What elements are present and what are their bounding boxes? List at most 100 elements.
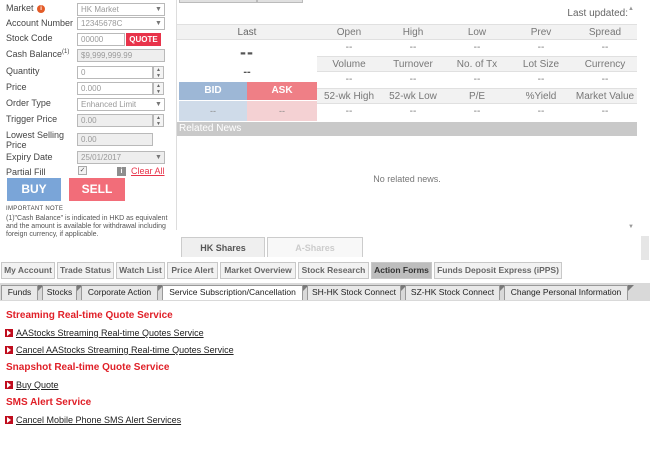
sub-nav: Funds Stocks Corporate Action Service Su… (0, 283, 650, 301)
market-label: Market i (6, 3, 46, 13)
account-row: Account Number 12345678C ▼ (0, 16, 176, 32)
order-type-select[interactable]: Enhanced Limit ▼ (77, 98, 165, 111)
expiry-select: 25/01/2017 ▼ (77, 151, 165, 164)
subtab-stocks[interactable]: Stocks (42, 285, 77, 300)
scroll-up-icon[interactable]: ▲ (628, 6, 634, 12)
quote-header-row: 52-wk High 52-wk Low P/E %Yield Market V… (317, 88, 637, 104)
subtab-corporate-action[interactable]: Corporate Action (81, 285, 158, 300)
top-tab-stub (179, 0, 257, 3)
market-select[interactable]: HK Market ▼ (77, 3, 165, 16)
volume-header: Volume (332, 59, 366, 70)
cash-balance-label: Cash Balance(1) (6, 49, 70, 59)
no-news-message: No related news. (373, 174, 441, 184)
cash-balance-field: $9,999,999.99 (77, 49, 165, 62)
quote-header-row: Volume Turnover No. of Tx Lot Size Curre… (317, 56, 637, 72)
open-value: -- (345, 42, 353, 53)
important-note-title: IMPORTANT NOTE (6, 206, 64, 212)
lowest-selling-row: Lowest Selling Price 0.00 (0, 128, 176, 150)
52wk-low-header: 52-wk Low (389, 91, 437, 102)
lowest-selling-label: Lowest Selling Price (6, 130, 65, 150)
pe-header: P/E (468, 91, 486, 102)
lot-size-header: Lot Size (522, 59, 560, 70)
order-panel: Market i HK Market ▼ Account Number 12345… (0, 0, 176, 258)
subtab-funds[interactable]: Funds (1, 285, 38, 300)
quantity-label: Quantity (6, 66, 40, 76)
snapshot-section-title: Snapshot Real-time Quote Service (6, 362, 170, 373)
nav-my-account[interactable]: My Account (1, 262, 55, 279)
important-note-text: (1)"Cash Balance" is indicated in HKD as… (6, 215, 168, 238)
arrow-bullet-icon (5, 346, 13, 354)
last-price-change: -- (243, 66, 251, 78)
low-value: -- (473, 42, 481, 53)
trigger-price-input: 0.00 (77, 114, 153, 127)
last-updated: Last updated: (567, 8, 628, 19)
arrow-bullet-icon (5, 381, 13, 389)
subtab-sh-hk-stock-connect[interactable]: SH-HK Stock Connect (307, 285, 401, 300)
buy-button[interactable]: BUY (7, 178, 61, 201)
account-select[interactable]: 12345678C ▼ (77, 17, 165, 30)
expiry-label: Expiry Date (6, 152, 53, 162)
page-scrollbar[interactable] (641, 236, 649, 260)
quote-value-row: -- -- -- -- -- (317, 40, 637, 56)
tx-count-value: -- (473, 74, 481, 85)
nav-funds-deposit-express[interactable]: Funds Deposit Express (iPPS) (434, 262, 562, 279)
tab-a-shares[interactable]: A-Shares (267, 237, 363, 257)
price-stepper[interactable]: ▲ ▼ (153, 82, 164, 95)
52wk-high-header: 52-wk High (323, 91, 375, 102)
partial-fill-checkbox[interactable]: ✓ (78, 166, 87, 175)
price-input[interactable]: 0.000 (77, 82, 153, 95)
link-aastocks-streaming[interactable]: AAStocks Streaming Real-time Quotes Serv… (5, 328, 204, 338)
clear-all-link[interactable]: Clear All (131, 166, 165, 176)
order-type-row: Order Type Enhanced Limit ▼ (0, 96, 176, 112)
lot-size-value: -- (537, 74, 545, 85)
nav-stock-research[interactable]: Stock Research (298, 262, 369, 279)
chevron-down-icon: ▼ (155, 6, 162, 13)
turnover-header: Turnover (393, 59, 433, 70)
partial-fill-label: Partial Fill (6, 167, 46, 177)
market-row: Market i HK Market ▼ (0, 1, 176, 17)
stock-code-input[interactable]: 00000 (77, 33, 125, 46)
nav-action-forms[interactable]: Action Forms (371, 262, 432, 279)
info-icon[interactable]: i (117, 167, 126, 176)
related-news-header: Related News (177, 122, 637, 136)
nav-trade-status[interactable]: Trade Status (57, 262, 114, 279)
cash-balance-row: Cash Balance(1) $9,999,999.99 (0, 47, 176, 63)
low-header: Low (467, 27, 487, 38)
link-cancel-aastocks-streaming[interactable]: Cancel AAStocks Streaming Real-time Quot… (5, 345, 234, 355)
trigger-price-stepper: ▲ ▼ (153, 114, 164, 127)
account-label: Account Number (6, 18, 74, 28)
52wk-high-value: -- (345, 106, 353, 117)
sms-section-title: SMS Alert Service (6, 397, 92, 408)
order-type-label: Order Type (6, 98, 51, 108)
top-tab-stub (257, 0, 303, 3)
nav-market-overview[interactable]: Market Overview (220, 262, 296, 279)
nav-price-alert[interactable]: Price Alert (167, 262, 218, 279)
scroll-down-icon[interactable]: ▼ (628, 224, 634, 230)
quantity-input[interactable]: 0 (77, 66, 153, 79)
quantity-row: Quantity 0 ▲ ▼ (0, 64, 176, 80)
link-buy-quote[interactable]: Buy Quote (5, 380, 59, 390)
link-cancel-sms-alert[interactable]: Cancel Mobile Phone SMS Alert Services (5, 415, 181, 425)
tab-hk-shares[interactable]: HK Shares (181, 237, 265, 257)
info-icon[interactable]: i (37, 4, 46, 13)
quote-scrollbar[interactable]: ▲ ▼ (628, 6, 634, 230)
sell-button[interactable]: SELL (69, 178, 125, 201)
turnover-value: -- (409, 74, 417, 85)
subtab-sz-hk-stock-connect[interactable]: SZ-HK Stock Connect (405, 285, 500, 300)
chevron-down-icon: ▼ (155, 20, 162, 27)
ask-value: -- (247, 101, 317, 121)
yield-value: -- (537, 106, 545, 117)
arrow-bullet-icon (5, 416, 13, 424)
price-row: Price 0.000 ▲ ▼ (0, 80, 176, 96)
quote-header-row: Open High Low Prev Spread (317, 24, 637, 40)
nav-watch-list[interactable]: Watch List (116, 262, 165, 279)
trigger-price-row: Trigger Price 0.00 ▲ ▼ (0, 112, 176, 128)
subtab-service-subscription[interactable]: Service Subscription/Cancellation (162, 285, 303, 300)
quantity-stepper[interactable]: ▲ ▼ (153, 66, 164, 79)
subtab-change-personal-info[interactable]: Change Personal Information (504, 285, 628, 300)
ask-header: ASK (247, 82, 317, 100)
last-price-value: -- (240, 42, 254, 62)
lowest-selling-input: 0.00 (77, 133, 153, 146)
quote-button[interactable]: QUOTE (126, 33, 161, 46)
bid-header: BID (179, 82, 247, 100)
